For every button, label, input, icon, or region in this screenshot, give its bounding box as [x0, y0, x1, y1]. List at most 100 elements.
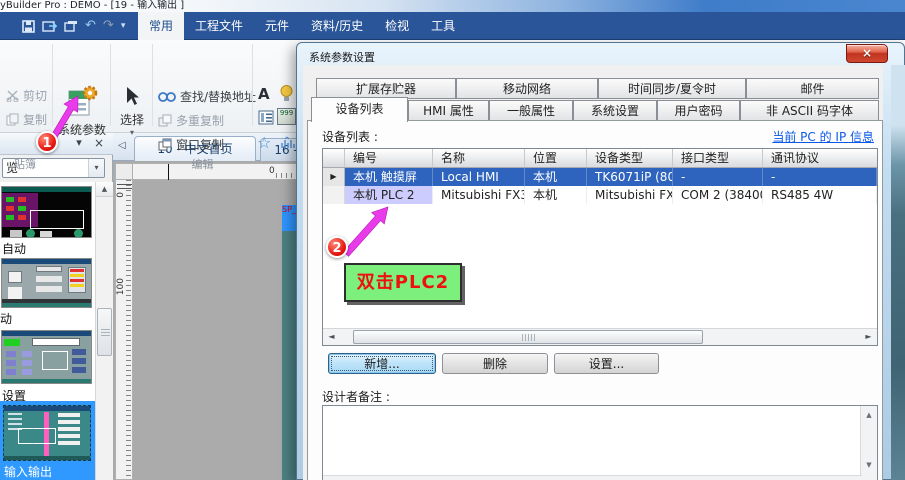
redo-icon[interactable]: ↷	[103, 12, 114, 40]
thumbnail-label[interactable]: 输入输出	[4, 463, 52, 480]
tab-device-list[interactable]: 设备列表	[311, 97, 408, 122]
menu-tab-view[interactable]: 检视	[374, 12, 420, 40]
scrollbar-thumb[interactable]	[97, 308, 112, 356]
tab-extended-memory[interactable]: 扩展存贮器	[316, 78, 456, 99]
tab-time-sync[interactable]: 时间同步/夏令时	[598, 78, 746, 99]
scroll-right-icon[interactable]: ►	[860, 329, 877, 345]
tab-non-ascii-fonts[interactable]: 非 ASCII 码字体	[740, 100, 879, 121]
table-row-plc2[interactable]: 本机 PLC 2 Mitsubishi FX3... 本机 Mitsubishi…	[323, 186, 877, 204]
copy-label: 复制	[23, 111, 47, 128]
cell-protocol[interactable]: -	[763, 168, 877, 186]
column-header-location[interactable]: 位置	[525, 149, 587, 167]
tab-email[interactable]: 邮件	[746, 78, 879, 99]
column-header-device-type[interactable]: 设备类型	[587, 149, 673, 167]
cell-name[interactable]: Local HMI	[433, 168, 525, 186]
ribbon-band: ↶ ↷ ▾ 常用 工程文件 元件 资料/历史 检视 工具	[0, 12, 905, 40]
system-params-button[interactable]: 系统参数	[56, 84, 108, 138]
cell-location[interactable]: 本机	[525, 168, 587, 186]
cell-no[interactable]: 本机 触摸屏	[345, 168, 433, 186]
star-icon[interactable]: ☆	[257, 133, 271, 152]
panel-close-icon[interactable]: ×	[91, 136, 107, 150]
column-header-no[interactable]: 编号	[345, 149, 433, 167]
device-settings-button[interactable]: 设置...	[554, 353, 659, 374]
scroll-left-icon[interactable]: ◄	[323, 329, 340, 345]
tab-general[interactable]: 一般属性	[489, 100, 573, 121]
note-vertical-scrollbar[interactable]: ▲ ▼	[860, 406, 877, 480]
qat-more-icon[interactable]: ▾	[121, 12, 126, 40]
list-object-icon[interactable]	[258, 110, 274, 125]
device-table: 编号 名称 位置 设备类型 接口类型 通讯协议 ▶ 本机 触摸屏 Local H…	[322, 148, 878, 346]
tab-cellular-network[interactable]: 移动网络	[456, 78, 598, 99]
menu-tab-project[interactable]: 工程文件	[184, 12, 254, 40]
multi-copy-button[interactable]: 多重复制	[158, 112, 224, 129]
thumbnail-preview[interactable]	[1, 330, 92, 384]
tab-scroll-left-icon[interactable]: ◁	[118, 140, 126, 151]
simulate-window-icon[interactable]	[64, 20, 78, 33]
scroll-down-icon[interactable]: ▼	[861, 458, 877, 473]
scroll-up-icon[interactable]: ▲	[96, 182, 113, 197]
menu-tab-data-history[interactable]: 资料/历史	[300, 12, 374, 40]
undo-icon[interactable]: ↶	[85, 12, 96, 40]
column-header-protocol[interactable]: 通讯协议	[763, 149, 877, 167]
tab-hmi-attributes[interactable]: HMI 属性	[408, 100, 489, 121]
cell-protocol[interactable]: RS485 4W	[763, 186, 877, 204]
system-params-label: 系统参数	[56, 121, 108, 138]
find-replace-button[interactable]: 查找/替换地址	[158, 88, 256, 105]
thumbnail-preview[interactable]	[1, 186, 92, 238]
table-row-local-hmi[interactable]: ▶ 本机 触摸屏 Local HMI 本机 TK6071iP (800... -…	[323, 168, 877, 186]
cell-device-type[interactable]: Mitsubishi FX3...	[587, 186, 673, 204]
delete-device-button[interactable]: 删除	[442, 353, 548, 374]
cell-interface[interactable]: -	[673, 168, 763, 186]
note-horizontal-scrollbar[interactable]: ◄ ►	[323, 475, 862, 480]
select-caret-icon[interactable]: ▾	[112, 128, 152, 137]
scrollbar-grip	[522, 334, 536, 341]
menu-tab-home[interactable]: 常用	[138, 12, 184, 40]
close-icon: ×	[862, 46, 872, 60]
effect-icon[interactable]	[279, 136, 295, 150]
column-header-name[interactable]: 名称	[433, 149, 525, 167]
thumbnail-label[interactable]: 动	[0, 310, 12, 327]
save-icon[interactable]	[22, 20, 35, 33]
new-device-button[interactable]: 新增...	[328, 353, 436, 374]
designer-note-textarea[interactable]: ▲ ▼ ◄ ►	[322, 405, 878, 480]
cell-interface[interactable]: COM 2 (38400,...	[673, 186, 763, 204]
numeric-display-icon[interactable]: 999	[277, 108, 296, 125]
scrollbar-grip	[101, 329, 110, 336]
thumbnail-preview[interactable]	[1, 258, 92, 308]
preview-shape	[58, 413, 80, 417]
pc-ip-info-link[interactable]: 当前 PC 的 IP 信息	[772, 128, 874, 145]
preview-shape	[70, 269, 84, 272]
compile-download-icon[interactable]	[42, 20, 57, 33]
menu-tab-tool[interactable]: 工具	[420, 12, 466, 40]
cell-location[interactable]: 本机	[525, 186, 587, 204]
tab-user-password[interactable]: 用户密码	[657, 100, 740, 121]
table-horizontal-scrollbar[interactable]: ◄ ►	[323, 328, 877, 345]
double-click-plc2-note: 双击PLC2	[344, 263, 462, 302]
thumbnail-preview[interactable]	[3, 405, 91, 461]
dialog-close-button[interactable]: ×	[846, 44, 888, 63]
scrollbar-thumb[interactable]	[353, 330, 703, 344]
system-params-dialog: 系统参数设置 × 扩展存贮器 移动网络 时间同步/夏令时 邮件 设备列表 HMI…	[296, 42, 905, 480]
tab-system-settings[interactable]: 系统设置	[573, 100, 657, 121]
bulb-icon[interactable]	[279, 84, 294, 103]
dropdown-caret-icon[interactable]: ▾	[88, 159, 104, 177]
cell-no[interactable]: 本机 PLC 2	[345, 186, 433, 204]
menu-tab-object[interactable]: 元件	[254, 12, 300, 40]
thumbnail-label[interactable]: 自动	[2, 240, 26, 257]
window-copy-button[interactable]: 窗口复制	[158, 136, 224, 153]
canvas-sp-element[interactable]: SP_	[282, 205, 297, 231]
text-object-icon[interactable]: A	[258, 85, 270, 103]
cut-button[interactable]: 剪切	[6, 87, 47, 104]
window-title: yBuilder Pro : DEMO - [19 - 输入输出 ]	[0, 0, 184, 11]
row-marker-icon: ▶	[323, 168, 345, 186]
column-header-interface[interactable]: 接口类型	[673, 149, 763, 167]
thumbnail-selected-item[interactable]: 输入输出	[0, 401, 95, 480]
window-titlebar: yBuilder Pro : DEMO - [19 - 输入输出 ]	[0, 0, 905, 12]
cell-device-type[interactable]: TK6071iP (800...	[587, 168, 673, 186]
sidebar-scrollbar[interactable]: ▲	[95, 182, 113, 480]
cell-name[interactable]: Mitsubishi FX3...	[433, 186, 525, 204]
canvas-teal-element[interactable]	[282, 231, 297, 480]
copy-button[interactable]: 复制	[6, 111, 47, 128]
scroll-up-icon[interactable]: ▲	[861, 408, 877, 423]
select-button[interactable]: 选择 ▾	[112, 86, 152, 137]
